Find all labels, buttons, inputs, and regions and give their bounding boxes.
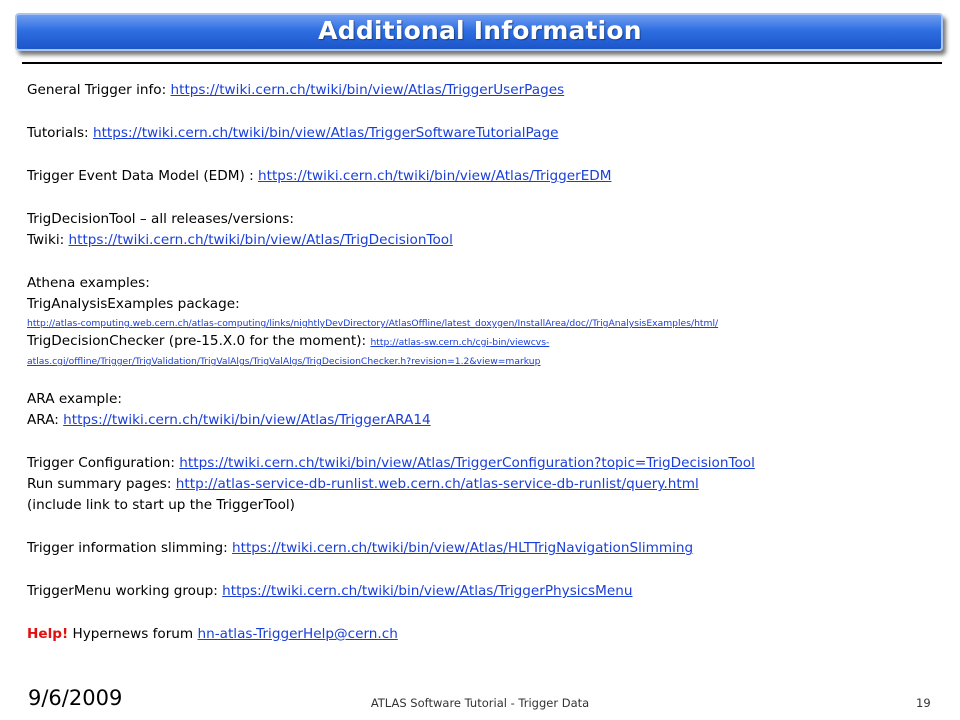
tae-line: http://atlas-computing.web.cern.ch/atlas… <box>27 315 952 331</box>
tdt-label: Twiki: <box>27 232 69 248</box>
footer-title: ATLAS Software Tutorial - Trigger Data <box>370 696 590 710</box>
runsum-label: Run summary pages: <box>27 476 176 492</box>
tdc-link-part2[interactable]: atlas.cgi/offline/Trigger/TrigValidation… <box>27 356 540 367</box>
ara-link[interactable]: https://twiki.cern.ch/twiki/bin/view/Atl… <box>63 412 430 428</box>
menu-line: TriggerMenu working group: https://twiki… <box>27 581 952 602</box>
ara-label: ARA: <box>27 412 64 428</box>
menu-label: TriggerMenu working group: <box>27 583 223 599</box>
help-text: Hypernews forum <box>68 626 198 642</box>
tdc-label: TrigDecisionChecker (pre-15.X.0 for the … <box>27 333 371 349</box>
slide-title: Additional Information <box>318 16 642 45</box>
ara-line: ARA: https://twiki.cern.ch/twiki/bin/vie… <box>27 410 952 431</box>
tutorials-line: Tutorials: https://twiki.cern.ch/twiki/b… <box>27 123 952 144</box>
edm-link[interactable]: https://twiki.cern.ch/twiki/bin/view/Atl… <box>258 168 611 184</box>
runsum-line: Run summary pages: http://atlas-service-… <box>27 474 952 495</box>
tutorials-label: Tutorials: <box>27 125 93 141</box>
general-info-link[interactable]: https://twiki.cern.ch/twiki/bin/view/Atl… <box>171 82 565 98</box>
tdc-line-2: atlas.cgi/offline/Trigger/TrigValidation… <box>27 353 952 369</box>
runsum-link[interactable]: http://atlas-service-db-runlist.web.cern… <box>176 476 699 492</box>
general-info-line: General Trigger info: https://twiki.cern… <box>27 80 952 101</box>
general-info-label: General Trigger info: <box>27 82 171 98</box>
edm-line: Trigger Event Data Model (EDM) : https:/… <box>27 166 952 187</box>
runsum-note: (include link to start up the TriggerToo… <box>27 497 295 513</box>
slimming-link[interactable]: https://twiki.cern.ch/twiki/bin/view/Atl… <box>232 540 693 556</box>
tdt-line: Twiki: https://twiki.cern.ch/twiki/bin/v… <box>27 230 952 251</box>
tdt-link[interactable]: https://twiki.cern.ch/twiki/bin/view/Atl… <box>69 232 453 248</box>
tdt-heading: TrigDecisionTool – all releases/versions… <box>27 211 294 227</box>
edm-label: Trigger Event Data Model (EDM) : <box>27 168 258 184</box>
tdc-line: TrigDecisionChecker (pre-15.X.0 for the … <box>27 331 952 353</box>
config-line: Trigger Configuration: https://twiki.cer… <box>27 453 952 474</box>
help-email-link[interactable]: hn-atlas-TriggerHelp@cern.ch <box>198 626 398 642</box>
slimming-line: Trigger information slimming: https://tw… <box>27 538 952 559</box>
help-label: Help! <box>27 626 69 642</box>
page-number: 19 <box>916 696 931 710</box>
ara-heading: ARA example: <box>27 391 122 407</box>
config-link[interactable]: https://twiki.cern.ch/twiki/bin/view/Atl… <box>179 455 755 471</box>
menu-link[interactable]: https://twiki.cern.ch/twiki/bin/view/Atl… <box>222 583 632 599</box>
slimming-label: Trigger information slimming: <box>27 540 233 556</box>
help-line: Help! Hypernews forum hn-atlas-TriggerHe… <box>27 624 952 645</box>
tutorials-link[interactable]: https://twiki.cern.ch/twiki/bin/view/Atl… <box>93 125 559 141</box>
tae-label: TrigAnalysisExamples package: <box>27 296 240 312</box>
tdc-link-part1[interactable]: http://atlas-sw.cern.ch/cgi-bin/viewcvs- <box>370 337 549 348</box>
content-body: General Trigger info: https://twiki.cern… <box>27 80 952 645</box>
athena-heading: Athena examples: <box>27 275 150 291</box>
title-divider <box>22 62 942 64</box>
tae-link[interactable]: http://atlas-computing.web.cern.ch/atlas… <box>27 318 718 329</box>
config-label: Trigger Configuration: <box>27 455 180 471</box>
